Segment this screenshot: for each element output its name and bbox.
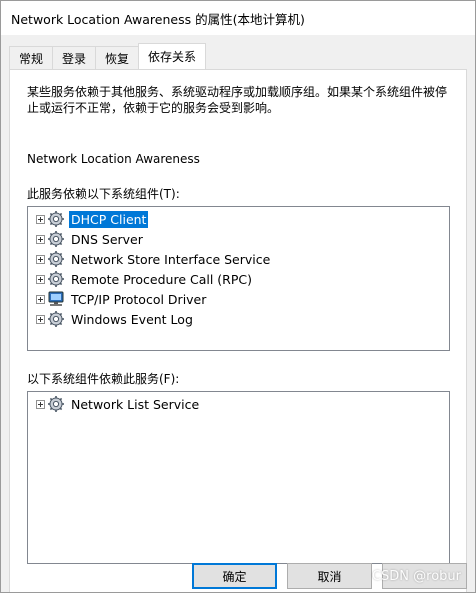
expand-icon[interactable] (36, 214, 45, 224)
gear-service-icon (47, 210, 65, 228)
gear-service-icon (47, 250, 65, 268)
expand-icon[interactable] (36, 399, 45, 409)
csdn-watermark: CSDN @robur (371, 569, 461, 584)
ok-button-label: 确定 (222, 569, 247, 584)
depends-on-item-label: Network Store Interface Service (71, 251, 271, 267)
title-bar[interactable]: Network Location Awareness 的属性(本地计算机) (1, 1, 475, 35)
cancel-button[interactable]: 取消 (287, 563, 372, 589)
depends-on-item-label: DHCP Client (69, 210, 149, 228)
tab-general-label: 常规 (19, 51, 44, 66)
depends-on-item[interactable]: Remote Procedure Call (RPC) (36, 269, 254, 289)
tab-logon[interactable]: 登录 (52, 46, 97, 69)
dependents-tree[interactable]: Network List Service (27, 391, 450, 564)
dialog-body: 常规 登录 恢复 依存关系 某些服务依赖于其他服务、系统驱动程序或加载顺序组。如… (1, 35, 475, 592)
expand-icon[interactable] (36, 234, 45, 244)
ok-button[interactable]: 确定 (192, 563, 277, 589)
tab-dependencies-label: 依存关系 (148, 50, 197, 64)
depends-on-item[interactable]: DHCP Client (36, 209, 149, 229)
gear-service-icon (47, 395, 65, 413)
tab-logon-label: 登录 (62, 51, 87, 66)
depends-on-item-label: Windows Event Log (71, 311, 193, 327)
window-title: Network Location Awareness 的属性(本地计算机) (11, 11, 305, 27)
dependents-label: 以下系统组件依赖此服务(F): (27, 372, 180, 386)
properties-dialog: Network Location Awareness 的属性(本地计算机) 常规… (0, 0, 476, 593)
computer-driver-icon (47, 290, 65, 308)
tab-strip: 常规 登录 恢复 依存关系 (9, 43, 207, 69)
dependencies-description: 某些服务依赖于其他服务、系统驱动程序或加载顺序组。如果某个系统组件被停止或运行不… (27, 85, 448, 115)
expand-icon[interactable] (36, 314, 45, 324)
service-name: Network Location Awareness (27, 152, 200, 166)
cancel-button-label: 取消 (317, 569, 342, 584)
tab-recovery-label: 恢复 (105, 51, 130, 66)
depends-on-item[interactable]: TCP/IP Protocol Driver (36, 289, 208, 309)
dependencies-tab-page: 某些服务依赖于其他服务、系统驱动程序或加载顺序组。如果某个系统组件被停止或运行不… (9, 69, 467, 592)
depends-on-tree[interactable]: DHCP Client DNS Server Network Store Inter… (27, 206, 450, 351)
depends-on-label: 此服务依赖以下系统组件(T): (27, 187, 180, 201)
dependent-item[interactable]: Network List Service (36, 394, 201, 414)
depends-on-item-label: DNS Server (71, 231, 143, 247)
expand-icon[interactable] (36, 254, 45, 264)
expand-icon[interactable] (36, 274, 45, 284)
depends-on-item-label: TCP/IP Protocol Driver (71, 291, 207, 307)
depends-on-item-label: Remote Procedure Call (RPC) (71, 271, 252, 287)
tab-recovery[interactable]: 恢复 (95, 46, 140, 69)
tab-dependencies[interactable]: 依存关系 (138, 43, 207, 69)
depends-on-item[interactable]: DNS Server (36, 229, 145, 249)
tab-general[interactable]: 常规 (9, 46, 54, 69)
expand-icon[interactable] (36, 294, 45, 304)
gear-service-icon (47, 310, 65, 328)
gear-service-icon (47, 230, 65, 248)
gear-service-icon (47, 270, 65, 288)
depends-on-item[interactable]: Windows Event Log (36, 309, 195, 329)
depends-on-item[interactable]: Network Store Interface Service (36, 249, 272, 269)
dependent-item-label: Network List Service (71, 396, 200, 412)
